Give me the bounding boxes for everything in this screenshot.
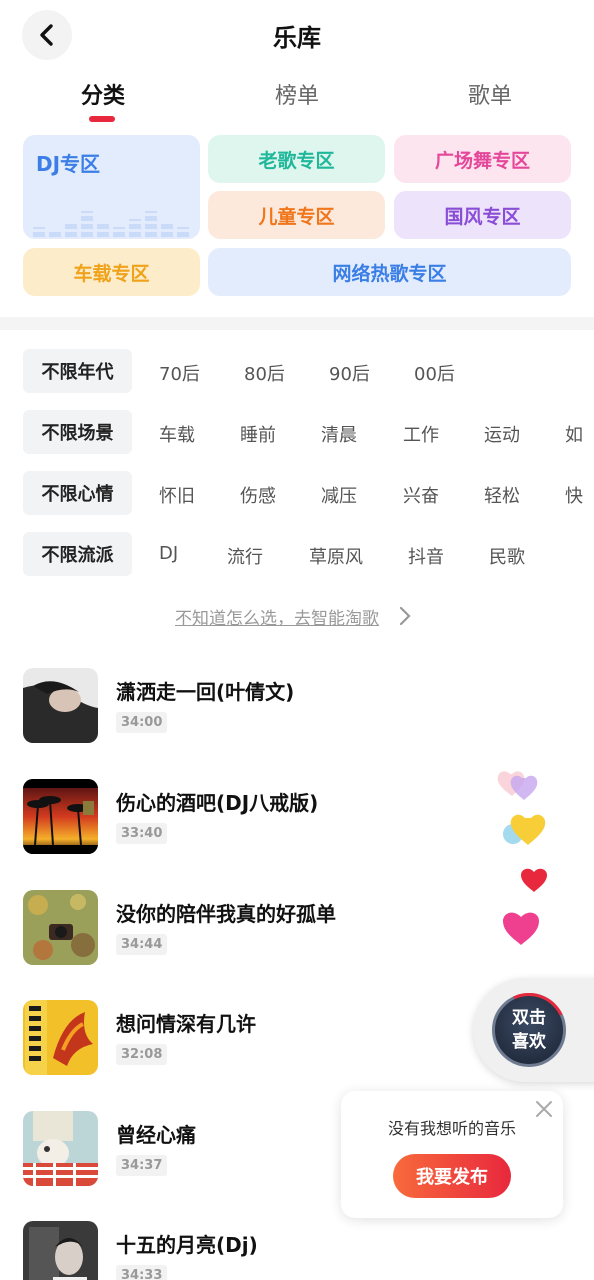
tab-playlists[interactable]: 歌单 xyxy=(430,78,550,110)
filter-option[interactable]: 00后 xyxy=(414,360,455,386)
song-cover xyxy=(23,1000,98,1075)
category-label: DJ专区 xyxy=(36,152,101,176)
song-row[interactable]: 十五的月亮(Dj) 34:33 xyxy=(23,1221,583,1280)
filter-chip-scene-all[interactable]: 不限场景 xyxy=(23,410,132,454)
category-dj[interactable]: DJ专区 xyxy=(23,135,200,239)
filter-option[interactable]: 运动 xyxy=(484,421,520,447)
equalizer-decoration xyxy=(31,205,192,237)
filter-option[interactable]: 70后 xyxy=(159,360,200,386)
filter-option[interactable]: 减压 xyxy=(321,482,357,508)
song-cover xyxy=(23,890,98,965)
song-row[interactable]: 没你的陪伴我真的好孤单 34:44 xyxy=(23,890,583,966)
progress-ring xyxy=(481,982,577,1078)
song-row[interactable]: 潇洒走一回(叶倩文) 34:00 xyxy=(23,668,583,744)
song-duration: 34:33 xyxy=(116,1265,168,1280)
filter-row-era: 不限年代 70后 80后 90后 00后 xyxy=(23,349,583,393)
filter-chip-mood-all[interactable]: 不限心情 xyxy=(23,471,132,515)
song-title: 想问情深有几许 xyxy=(116,1012,256,1036)
filter-option[interactable]: 伤感 xyxy=(240,482,276,508)
filter-chip-genre-all[interactable]: 不限流派 xyxy=(23,532,132,576)
filter-option[interactable]: DJ xyxy=(159,543,178,564)
filter-row-genre: 不限流派 DJ 流行 草原风 抖音 民歌 xyxy=(23,532,583,576)
tab-category[interactable]: 分类 xyxy=(43,78,163,110)
song-cover xyxy=(23,1221,98,1280)
filter-option[interactable]: 草原风 xyxy=(309,543,363,569)
filter-option[interactable]: 快 xyxy=(565,482,583,508)
heart-icon xyxy=(497,771,538,800)
song-title: 十五的月亮(Dj) xyxy=(116,1233,258,1257)
filter-option[interactable]: 工作 xyxy=(403,421,439,447)
popup-message: 没有我想听的音乐 xyxy=(387,1119,516,1138)
filter-option[interactable]: 怀旧 xyxy=(159,482,195,508)
chevron-right-icon xyxy=(399,606,411,626)
filter-row-mood: 不限心情 怀旧 伤感 减压 兴奋 轻松 快 xyxy=(23,471,583,515)
double-tap-like-widget[interactable]: 双击 喜欢 xyxy=(473,978,594,1082)
tab-indicator xyxy=(89,116,115,122)
filter-option[interactable]: 车载 xyxy=(159,421,195,447)
filter-option[interactable]: 80后 xyxy=(244,360,285,386)
filter-option[interactable]: 抖音 xyxy=(408,543,444,569)
category-chinese-style[interactable]: 国风专区 xyxy=(394,191,571,239)
song-cover xyxy=(23,1111,98,1186)
category-square-dance[interactable]: 广场舞专区 xyxy=(394,135,571,183)
song-duration: 34:00 xyxy=(116,712,168,733)
heart-icon xyxy=(521,868,547,892)
song-cover xyxy=(23,668,98,743)
filter-row-scene: 不限场景 车载 睡前 清晨 工作 运动 如 xyxy=(23,410,583,454)
filter-option[interactable]: 90后 xyxy=(329,360,370,386)
heart-icon xyxy=(503,814,546,845)
header: 乐库 xyxy=(0,0,594,70)
filter-option[interactable]: 轻松 xyxy=(484,482,520,508)
song-duration: 33:40 xyxy=(116,823,168,844)
category-kids[interactable]: 儿童专区 xyxy=(208,191,385,239)
filter-option[interactable]: 如 xyxy=(565,421,583,447)
category-internet-hits[interactable]: 网络热歌专区 xyxy=(208,248,571,296)
song-title: 曾经心痛 xyxy=(116,1123,196,1147)
song-duration: 32:08 xyxy=(116,1044,168,1065)
filter-option[interactable]: 流行 xyxy=(227,543,263,569)
section-divider xyxy=(0,317,594,330)
category-car[interactable]: 车载专区 xyxy=(23,248,200,296)
filter-option[interactable]: 民歌 xyxy=(489,543,525,569)
song-title: 没你的陪伴我真的好孤单 xyxy=(116,902,336,926)
filter-option[interactable]: 睡前 xyxy=(240,421,276,447)
tab-bar: 分类 榜单 歌单 xyxy=(0,78,594,124)
tab-charts[interactable]: 榜单 xyxy=(237,78,357,110)
category-oldies[interactable]: 老歌专区 xyxy=(208,135,385,183)
song-cover xyxy=(23,779,98,854)
song-duration: 34:37 xyxy=(116,1155,168,1176)
smart-pick-link[interactable]: 不知道怎么选，去智能淘歌 xyxy=(175,604,379,629)
song-duration: 34:44 xyxy=(116,934,168,955)
filter-option[interactable]: 清晨 xyxy=(321,421,357,447)
request-music-popup: 没有我想听的音乐 我要发布 xyxy=(341,1091,563,1218)
heart-icon xyxy=(503,912,539,945)
song-title: 潇洒走一回(叶倩文) xyxy=(116,680,295,704)
filter-chip-era-all[interactable]: 不限年代 xyxy=(23,349,132,393)
song-title: 伤心的酒吧(DJ八戒版) xyxy=(116,791,319,815)
filter-option[interactable]: 兴奋 xyxy=(403,482,439,508)
publish-button[interactable]: 我要发布 xyxy=(393,1154,511,1198)
page-title: 乐库 xyxy=(273,24,321,52)
